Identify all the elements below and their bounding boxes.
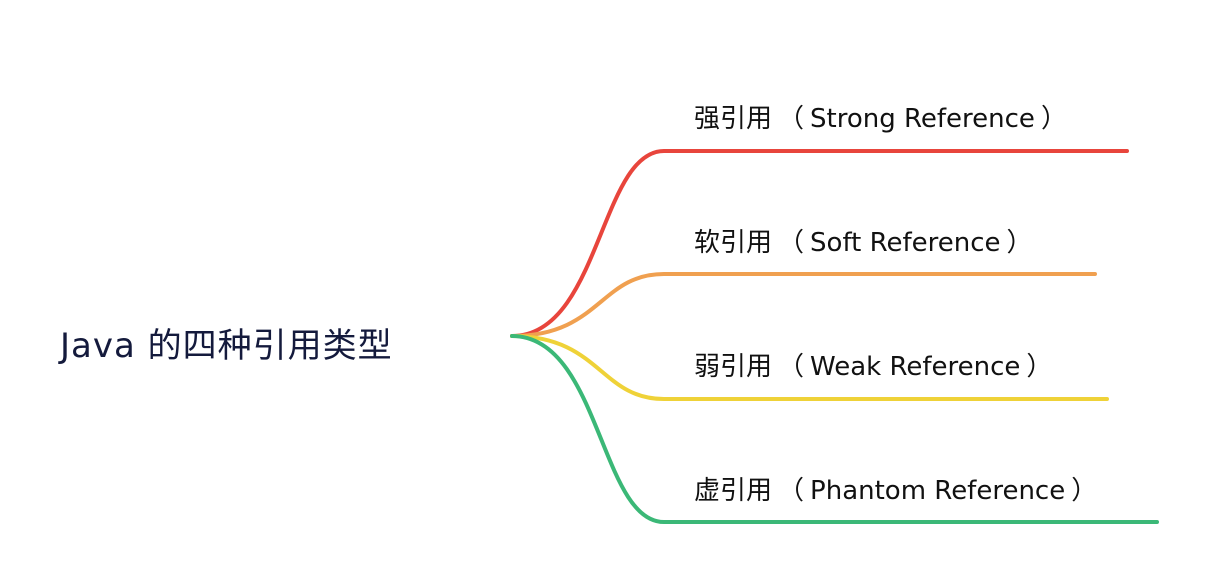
- close-paren: ）: [1006, 228, 1033, 258]
- open-paren: （: [778, 104, 805, 134]
- branch-term: Phantom Reference: [810, 476, 1066, 506]
- branch-name: 软引用: [694, 228, 773, 258]
- close-paren: ）: [1040, 104, 1067, 134]
- open-paren: （: [778, 352, 805, 382]
- close-paren: ）: [1071, 476, 1098, 506]
- branch-name: 虚引用: [694, 476, 773, 506]
- branch-label-strong: 强引用（Strong Reference）: [694, 98, 1073, 135]
- branch-name: 弱引用: [694, 352, 773, 382]
- branch-term: Weak Reference: [810, 352, 1021, 382]
- branch-label-soft: 软引用（Soft Reference）: [694, 222, 1039, 259]
- open-paren: （: [778, 476, 805, 506]
- connector-soft: [510, 272, 1097, 338]
- root-node-label: Java 的四种引用类型: [60, 326, 393, 366]
- branch-term: Strong Reference: [810, 104, 1035, 134]
- close-paren: ）: [1026, 352, 1053, 382]
- open-paren: （: [778, 228, 805, 258]
- branch-label-phantom: 虚引用（Phantom Reference）: [694, 470, 1103, 507]
- mindmap-canvas: Java 的四种引用类型 强引用（Strong Reference） 软引用（S…: [0, 0, 1208, 563]
- branch-label-weak: 弱引用（Weak Reference）: [694, 346, 1058, 383]
- branch-term: Soft Reference: [810, 228, 1001, 258]
- branch-name: 强引用: [694, 104, 773, 134]
